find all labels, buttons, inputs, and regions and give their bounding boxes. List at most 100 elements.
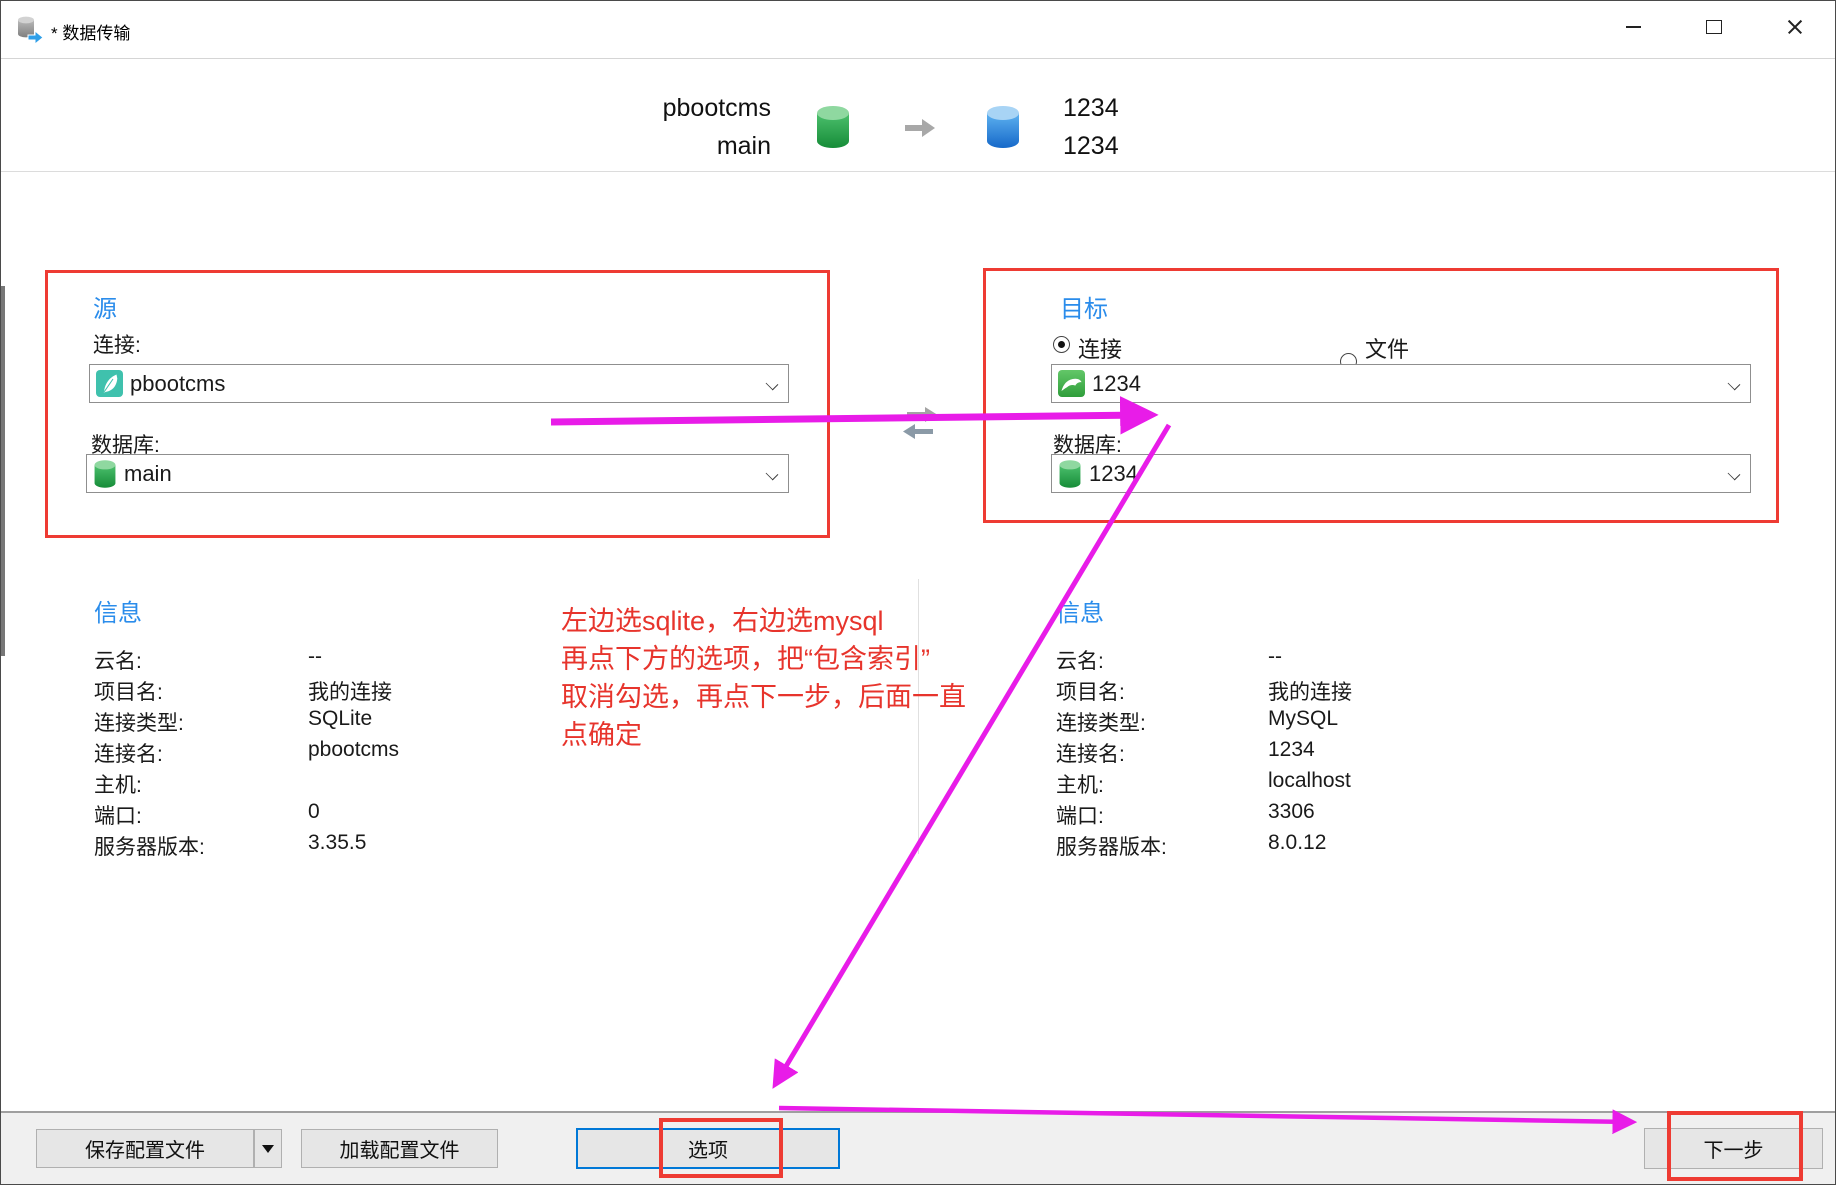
info-value: 我的连接 [308,681,392,704]
info-value: -- [308,645,322,668]
target-connection-value: 1234 [1092,370,1141,396]
source-info-table: 云名: -- 项目名: 我的连接 连接类型: SQLite 连接名: pboot… [94,645,399,862]
header-target-names: 1234 1234 [1063,89,1283,165]
info-label: 连接名: [1056,743,1125,766]
info-label: 云名: [94,650,142,673]
info-label: 连接名: [94,743,163,766]
info-value: 3.35.5 [308,831,367,854]
info-row: 服务器版本: 8.0.12 [1056,831,1352,862]
info-value: 8.0.12 [1268,831,1327,854]
mysql-icon [1058,370,1085,397]
sqlite-icon [96,370,123,397]
header-separator [1,171,1835,172]
info-value: localhost [1268,769,1351,792]
target-database-value: 1234 [1089,460,1138,486]
close-icon [1787,19,1803,35]
info-row: 主机: localhost [1056,769,1352,800]
info-value: 我的连接 [1268,681,1352,704]
source-connection-value: pbootcms [130,370,226,396]
annotation-line: 点确定 [561,720,642,750]
target-connection-dropdown[interactable]: 1234 [1051,364,1751,403]
info-value: 0 [308,800,320,823]
target-database-dropdown[interactable]: 1234 [1051,454,1751,493]
source-connection-dropdown[interactable]: pbootcms [89,364,789,403]
info-row: 云名: -- [1056,645,1352,676]
info-row: 服务器版本: 3.35.5 [94,831,399,862]
database-icon [94,459,116,488]
info-value: MySQL [1268,707,1339,730]
header-source-database: main [716,132,771,160]
info-row: 主机: [94,769,399,800]
chevron-down-icon [767,469,778,480]
info-row: 云名: -- [94,645,399,676]
info-value: 3306 [1268,800,1315,823]
info-label: 服务器版本: [94,836,205,859]
load-profile-label: 加载配置文件 [339,1140,460,1162]
info-value: pbootcms [308,738,400,761]
header-source-names: pbootcms main [571,89,771,165]
window-title: * 数据传输 [51,24,131,43]
minimize-icon [1625,26,1641,28]
target-connection-radio-label[interactable]: 连接 [1078,332,1122,364]
save-profile-dropdown-button[interactable] [254,1129,282,1168]
next-label: 下一步 [1703,1140,1764,1162]
maximize-icon [1706,20,1722,34]
header-target-database: 1234 [1063,132,1119,160]
target-panel-title: 目标 [1060,296,1108,323]
info-value: SQLite [308,707,373,730]
target-info-table: 云名: -- 项目名: 我的连接 连接类型: MySQL 连接名: 1234 主… [1056,645,1352,862]
info-row: 连接名: pbootcms [94,738,399,769]
chevron-down-icon [1729,379,1740,390]
data-transfer-app-icon [18,16,44,44]
options-label: 选项 [688,1140,728,1162]
annotation-line: 取消勾选，再点下一步，后面一直 [561,682,966,712]
info-label: 端口: [94,805,142,828]
chevron-down-icon [767,379,778,390]
data-transfer-window: * 数据传输 pbootcms main 1234 1234 源 连接: pbo… [0,0,1836,1185]
info-label: 项目名: [94,681,163,704]
close-button[interactable] [1772,7,1818,47]
next-button[interactable]: 下一步 [1644,1128,1823,1169]
info-value: -- [1268,645,1282,668]
info-label: 云名: [1056,650,1104,673]
info-label: 服务器版本: [1056,836,1167,859]
minimize-button[interactable] [1610,7,1656,47]
source-database-icon [817,106,849,148]
info-row: 项目名: 我的连接 [94,676,399,707]
info-row: 连接名: 1234 [1056,738,1352,769]
info-label: 连接类型: [94,712,184,735]
annotation-text: 左边选sqlite，右边选mysql 再点下方的选项，把“包含索引” 取消勾选，… [561,602,966,754]
annotation-line: 再点下方的选项，把“包含索引” [561,644,930,674]
info-row: 端口: 0 [94,800,399,831]
header-source-connection: pbootcms [662,94,771,122]
info-row: 连接类型: MySQL [1056,707,1352,738]
save-profile-button[interactable]: 保存配置文件 [36,1129,254,1168]
maximize-button[interactable] [1691,7,1737,47]
load-profile-button[interactable]: 加载配置文件 [301,1129,498,1168]
target-info-title: 信息 [1056,600,1104,627]
source-info-title: 信息 [94,600,142,627]
source-panel-title: 源 [93,296,117,323]
info-label: 项目名: [1056,681,1125,704]
arrow-to-target-connection [550,396,1159,435]
info-value: 1234 [1268,738,1315,761]
header-target-connection: 1234 [1063,94,1119,122]
target-connection-radio[interactable] [1053,336,1070,353]
info-label: 端口: [1056,805,1104,828]
options-button[interactable]: 选项 [576,1128,840,1169]
info-row: 端口: 3306 [1056,800,1352,831]
info-label: 主机: [94,774,142,797]
caret-down-icon [262,1144,274,1153]
target-database-icon [987,106,1019,148]
info-row: 项目名: 我的连接 [1056,676,1352,707]
left-edge-artifact [1,286,5,656]
chevron-down-icon [1729,469,1740,480]
database-icon [1059,459,1081,488]
source-connection-label: 连接: [93,334,141,357]
source-database-dropdown[interactable]: main [86,454,789,493]
title-bar: * 数据传输 [1,1,1835,59]
swap-direction-icon[interactable] [899,404,941,444]
target-file-radio-label[interactable]: 文件 [1365,332,1409,364]
source-database-value: main [124,460,172,486]
annotation-line: 左边选sqlite，右边选mysql [561,606,884,636]
